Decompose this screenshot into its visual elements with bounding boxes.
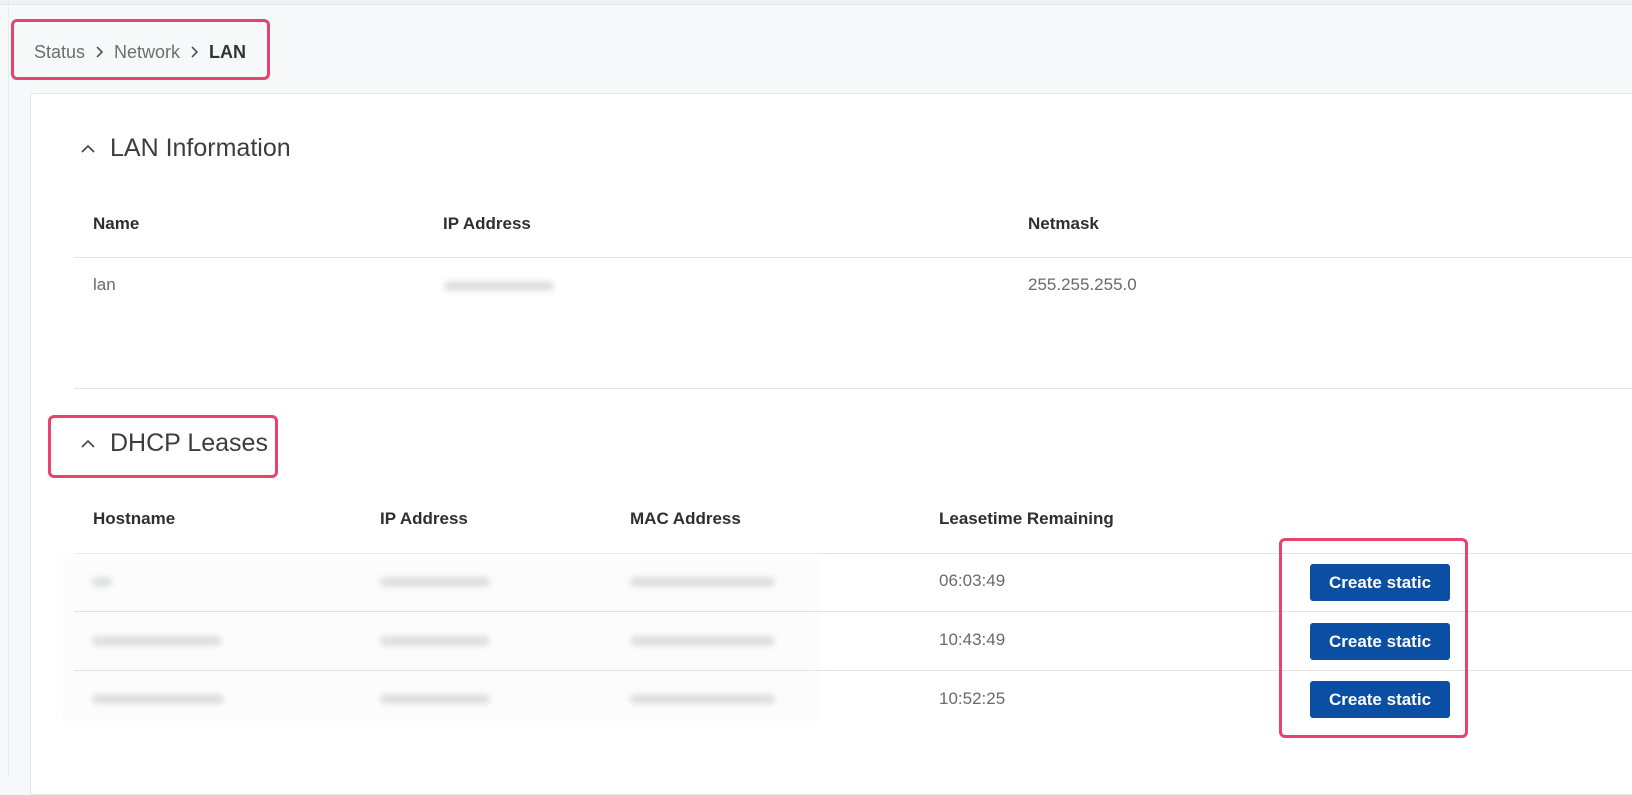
redacted-ip-address bbox=[444, 281, 554, 291]
redacted-mac-address bbox=[630, 636, 775, 646]
lan-name-cell: lan bbox=[93, 275, 116, 294]
lan-information-header[interactable]: LAN Information bbox=[80, 134, 291, 163]
table-divider bbox=[74, 257, 1632, 258]
breadcrumb-item-lan: LAN bbox=[209, 41, 247, 62]
chevron-right-icon bbox=[95, 45, 104, 59]
lan-netmask-cell: 255.255.255.0 bbox=[1028, 275, 1137, 294]
column-header-leasetime-remaining: Leasetime Remaining bbox=[939, 509, 1114, 528]
table-divider bbox=[74, 553, 1632, 554]
leasetime-cell: 10:52:25 bbox=[939, 689, 1006, 708]
lan-information-title: LAN Information bbox=[110, 134, 291, 162]
create-static-button[interactable]: Create static bbox=[1310, 623, 1450, 660]
chevron-right-icon bbox=[190, 45, 199, 59]
column-header-ip-address: IP Address bbox=[443, 214, 531, 233]
redacted-hostname bbox=[92, 577, 112, 587]
table-row-divider bbox=[74, 611, 1632, 612]
chevron-up-icon bbox=[80, 438, 96, 450]
redacted-ip-address bbox=[380, 636, 490, 646]
breadcrumb-item-network[interactable]: Network bbox=[114, 42, 180, 63]
chevron-up-icon bbox=[80, 143, 96, 155]
leasetime-cell: 10:43:49 bbox=[939, 630, 1006, 649]
sidebar-divider bbox=[8, 0, 9, 777]
top-bar bbox=[0, 0, 1632, 5]
redacted-mac-address bbox=[630, 577, 775, 587]
redacted-mac-address bbox=[630, 694, 775, 704]
breadcrumb: Status Network LAN bbox=[34, 40, 246, 64]
redacted-hostname bbox=[92, 636, 222, 646]
section-divider bbox=[74, 388, 1632, 389]
dhcp-leases-header[interactable]: DHCP Leases bbox=[80, 429, 268, 458]
redacted-hostname bbox=[92, 694, 224, 704]
column-header-hostname: Hostname bbox=[93, 509, 176, 528]
column-header-name: Name bbox=[93, 214, 140, 233]
dhcp-leases-title: DHCP Leases bbox=[110, 429, 268, 457]
redacted-ip-address bbox=[380, 577, 490, 587]
breadcrumb-item-status[interactable]: Status bbox=[34, 42, 85, 63]
column-header-ip-address: IP Address bbox=[380, 509, 468, 528]
column-header-netmask: Netmask bbox=[1028, 214, 1099, 233]
table-row-divider bbox=[74, 670, 1632, 671]
column-header-mac-address: MAC Address bbox=[630, 509, 741, 528]
create-static-button[interactable]: Create static bbox=[1310, 564, 1450, 601]
create-static-button[interactable]: Create static bbox=[1310, 681, 1450, 718]
leasetime-cell: 06:03:49 bbox=[939, 571, 1006, 590]
redacted-ip-address bbox=[380, 694, 490, 704]
